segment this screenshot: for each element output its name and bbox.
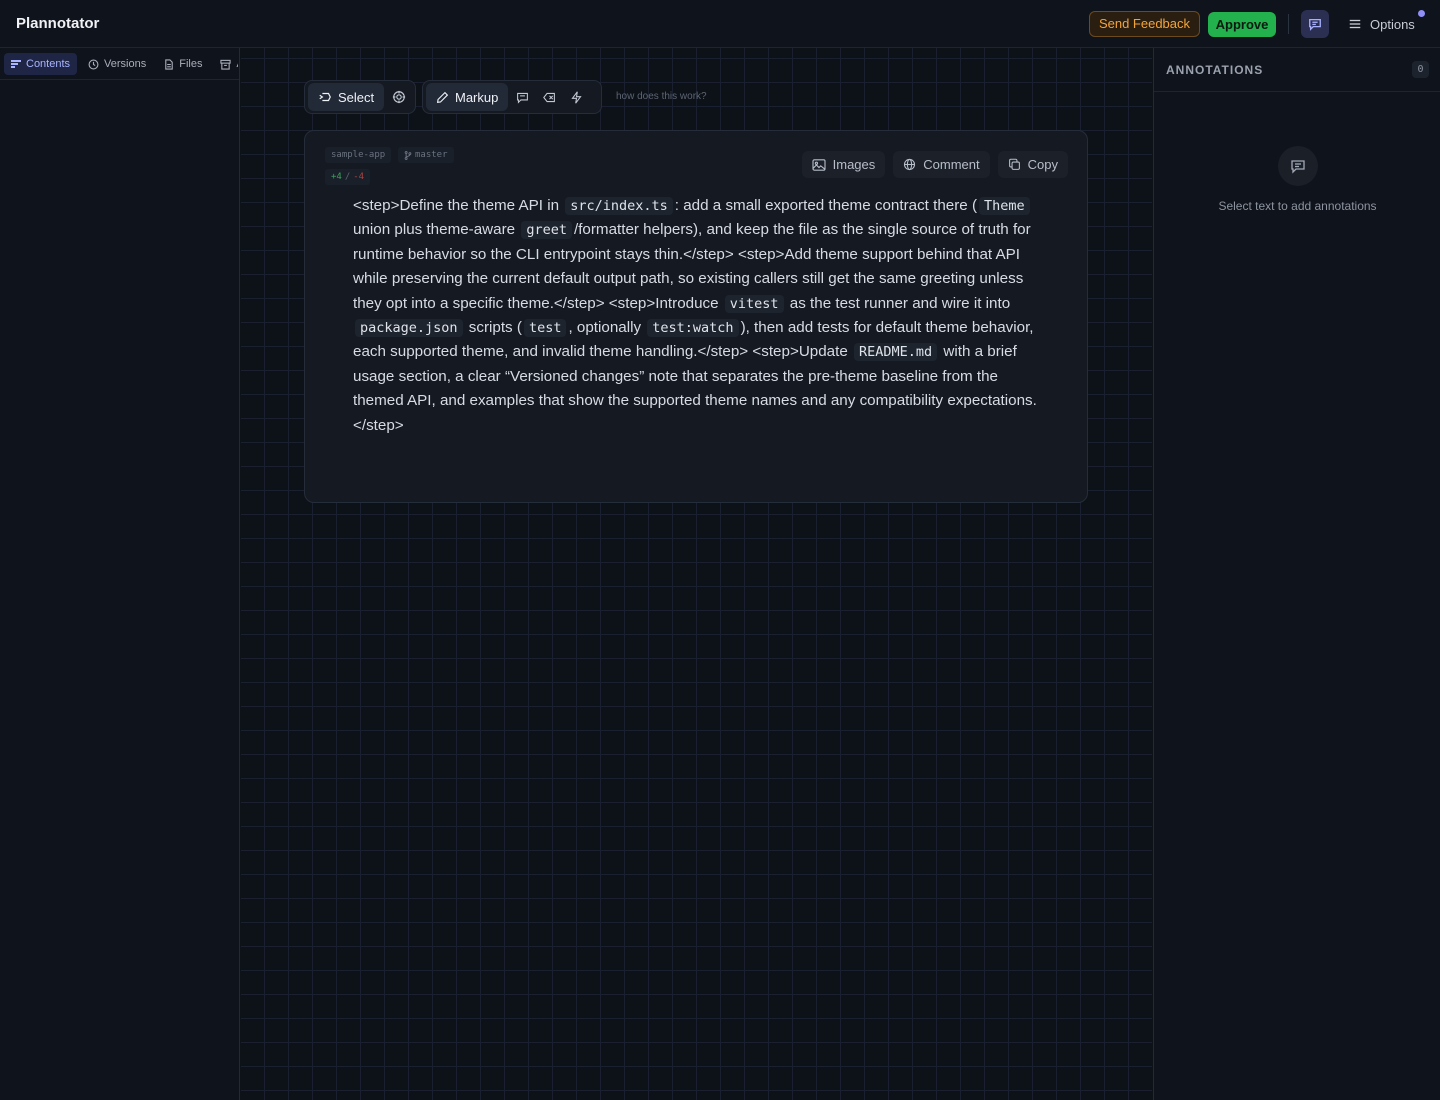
- notification-dot: [1418, 10, 1425, 17]
- diff-additions: +4: [331, 172, 342, 182]
- delete-tool-button[interactable]: [537, 83, 562, 111]
- comment-button[interactable]: Comment: [893, 151, 990, 178]
- app-title: Plannotator: [16, 15, 100, 32]
- repo-name: sample-app: [331, 150, 386, 160]
- quick-action-button[interactable]: [564, 83, 589, 111]
- tab-label: Versions: [104, 58, 147, 70]
- options-label: Options: [1370, 16, 1415, 32]
- tab-files[interactable]: Files: [157, 53, 209, 75]
- tab-contents[interactable]: Contents: [4, 53, 78, 75]
- tab-archive[interactable]: A: [213, 53, 238, 75]
- images-label: Images: [832, 157, 876, 172]
- comment-label: Comment: [923, 157, 980, 172]
- sidebar-tabs: Contents Versions Files A: [4, 53, 238, 75]
- file-icon: [165, 58, 173, 70]
- text-segment: as the test runner and wire it into: [785, 294, 1011, 312]
- inline-code: test:watch: [647, 319, 739, 338]
- text-segment: : add a small exported theme contract th…: [674, 197, 977, 214]
- menu-icon: [1349, 19, 1361, 29]
- annotations-panel: ANNOTATIONS 0 Select text to add annotat…: [1153, 48, 1440, 1100]
- approve-button[interactable]: Approve: [1208, 12, 1276, 37]
- header-divider: [1288, 14, 1289, 34]
- tab-label: Files: [179, 58, 203, 70]
- copy-button[interactable]: Copy: [997, 151, 1068, 178]
- pencil-icon: [436, 91, 449, 103]
- pointer-icon: [319, 92, 331, 102]
- images-button[interactable]: Images: [801, 151, 886, 178]
- document-canvas: Select Markup how does this work? sample…: [241, 48, 1152, 1100]
- left-sidebar: Contents Versions Files A: [0, 48, 240, 1100]
- select-mode-button[interactable]: Select: [308, 83, 385, 111]
- mode-toolbar: Select: [304, 80, 416, 114]
- empty-state-text: Select text to add annotations: [1218, 199, 1377, 213]
- inline-code: vitest: [724, 294, 784, 313]
- inline-code: test: [523, 319, 567, 338]
- markup-toolbar: Markup: [422, 80, 602, 114]
- erase-icon: [543, 92, 556, 102]
- annotations-toggle-button[interactable]: [1301, 10, 1329, 38]
- copy-icon: [1008, 158, 1020, 170]
- card-actions: Images Comment Copy: [801, 151, 1068, 178]
- annotations-header: ANNOTATIONS 0: [1154, 48, 1440, 92]
- help-link[interactable]: how does this work?: [616, 91, 707, 102]
- options-button[interactable]: Options: [1340, 10, 1426, 38]
- image-icon: [812, 158, 826, 171]
- contents-icon: [11, 60, 21, 68]
- empty-state-icon-wrap: [1278, 146, 1318, 186]
- plan-document-card: sample-app master +4 / -4 Images Comment…: [304, 130, 1088, 503]
- annotations-count-badge: 0: [1412, 61, 1429, 78]
- markup-label: Markup: [455, 89, 499, 105]
- branch-name: master: [415, 150, 448, 160]
- diff-deletions: -4: [353, 172, 365, 182]
- markup-mode-button[interactable]: Markup: [426, 83, 509, 111]
- repo-badge: sample-app: [325, 147, 392, 163]
- text-segment: <step>Define the theme API in: [353, 197, 564, 214]
- comment-tool-button[interactable]: [510, 83, 535, 111]
- inline-code: README.md: [854, 343, 938, 362]
- copy-label: Copy: [1027, 157, 1058, 172]
- top-bar: Plannotator Send Feedback Approve Option…: [0, 0, 1440, 48]
- clock-icon: [88, 59, 99, 69]
- send-feedback-button[interactable]: Send Feedback: [1089, 11, 1200, 37]
- git-branch-icon: [404, 150, 412, 160]
- tab-label: Contents: [26, 58, 71, 70]
- diff-separator: /: [344, 172, 351, 182]
- inline-code: src/index.ts: [565, 197, 673, 215]
- branch-badge: master: [398, 147, 454, 163]
- inline-code: greet: [521, 221, 572, 240]
- text-segment: scripts (: [464, 319, 522, 337]
- text-segment: union plus theme-aware: [353, 221, 520, 239]
- inline-code: package.json: [355, 319, 463, 338]
- comment-icon: [517, 92, 529, 104]
- archive-icon: [220, 59, 232, 70]
- tab-versions[interactable]: Versions: [81, 53, 153, 75]
- crosshair-icon: [393, 90, 406, 104]
- lightning-icon: [571, 90, 582, 104]
- text-segment: , optionally: [568, 319, 646, 337]
- select-label: Select: [338, 89, 375, 105]
- tabs-divider: [0, 79, 239, 80]
- target-button[interactable]: [386, 83, 412, 111]
- globe-icon: [904, 158, 916, 171]
- diff-stat-badge: +4 / -4: [325, 169, 371, 185]
- inline-code: Theme: [979, 197, 1030, 215]
- annotations-title: ANNOTATIONS: [1166, 63, 1264, 77]
- message-icon: [1291, 160, 1305, 174]
- tab-label: A: [236, 58, 238, 70]
- message-icon: [1309, 18, 1321, 31]
- plan-body-text[interactable]: <step>Define the theme API in src/index.…: [353, 194, 1043, 438]
